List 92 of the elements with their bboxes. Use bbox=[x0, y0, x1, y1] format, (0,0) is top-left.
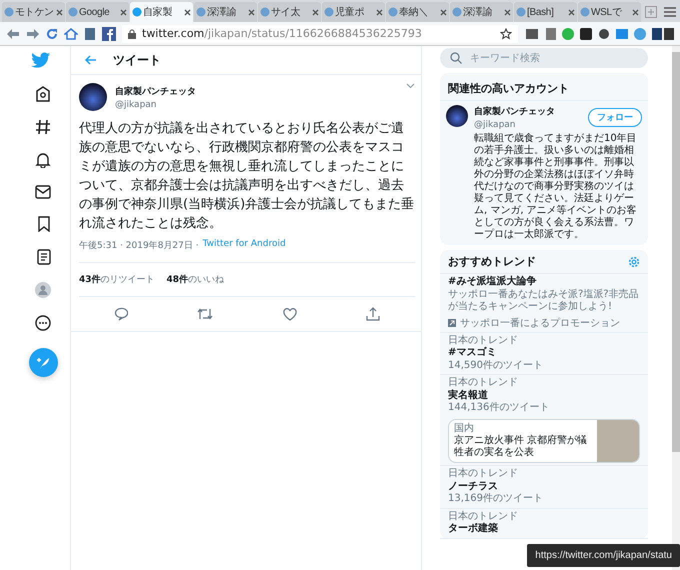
close-tab-icon[interactable] bbox=[376, 8, 383, 16]
address-bar[interactable]: twitter.com/jikapan/status/1166266884536225793 bbox=[122, 24, 518, 42]
favicon-icon bbox=[580, 7, 590, 17]
close-tab-icon[interactable] bbox=[632, 8, 639, 16]
favicon-icon bbox=[516, 7, 526, 17]
tweet-timestamp: 午後5:31 · 2019年8月27日 · bbox=[79, 240, 199, 252]
favicon-icon bbox=[324, 7, 334, 17]
author-handle[interactable]: @jikapan bbox=[115, 100, 398, 110]
tweet-count: 13,169件のツイート bbox=[448, 493, 544, 506]
favicon-icon bbox=[4, 7, 14, 17]
browser-tab[interactable]: 児童ポ bbox=[322, 2, 385, 22]
browser-tab[interactable]: モトケン bbox=[2, 2, 65, 22]
browser-tab[interactable]: [Bash] bbox=[514, 2, 577, 22]
reload-icon[interactable] bbox=[46, 28, 58, 40]
avatar[interactable] bbox=[79, 83, 107, 111]
favicon-icon bbox=[196, 7, 206, 17]
account-name[interactable]: 自家製パンチェッタ bbox=[474, 105, 588, 118]
close-tab-icon[interactable] bbox=[56, 8, 63, 16]
forward-icon[interactable] bbox=[26, 28, 40, 40]
trend-context: 日本のトレンド bbox=[448, 510, 519, 522]
profile-avatar-icon[interactable] bbox=[35, 282, 51, 298]
mail-icon[interactable] bbox=[35, 185, 51, 199]
feather-plus-icon bbox=[36, 356, 50, 370]
browser-tab[interactable]: 奉納＼ bbox=[386, 2, 449, 22]
close-tab-icon[interactable] bbox=[504, 8, 511, 16]
favicon-icon bbox=[68, 7, 78, 17]
author-name[interactable]: 自家製パンチェッタ bbox=[115, 84, 398, 98]
lock-icon bbox=[128, 28, 136, 38]
bird-logo-icon[interactable] bbox=[31, 52, 51, 69]
stat-link[interactable]: 43件のリツイート bbox=[79, 273, 155, 286]
browser-tab[interactable]: 深澤諭 bbox=[450, 2, 513, 22]
trend-name[interactable]: ノーチラス bbox=[448, 480, 640, 493]
news-headline: 京アニ放火事件 京都府警が犠牲者の実名を公表 bbox=[454, 435, 588, 459]
close-tab-icon[interactable] bbox=[184, 8, 191, 16]
reply-icon[interactable] bbox=[114, 307, 128, 321]
tweet-count: 144,136件のツイート bbox=[448, 402, 550, 414]
scrollbar[interactable] bbox=[672, 46, 680, 570]
compose-tweet-button[interactable] bbox=[29, 348, 58, 377]
account-bio: 転職組で歳食ってますがまだ10年目の若手弁護士。扱い多いのは離婚相続など家事事件と刑事事件。刑事以外の分野の企業法務はほぼイソ弁時代だけなので商事分野実務のツイは疑って見てください。法廷よりゲーム, マンガ, アニメ等イベントのお客としての方が良く会える系法曹。ワープロは一太郎派です。 bbox=[474, 133, 638, 241]
bell-icon[interactable] bbox=[35, 152, 51, 168]
tweet-text: 代理人の方が抗議を出されているとおり氏名公表がご遺族の意思でないなら、行政機関京都府警の公表をマスコミが遺族の方の意思を無視し垂れ流してしまったことについて、京都弁護士会は抗議声明を出すべきだし、過去の事例で神奈川県(当時横浜)弁護士会が抗議してもまた垂れ流されたことは残念。 bbox=[79, 120, 415, 233]
share-icon[interactable] bbox=[366, 307, 380, 321]
list-icon[interactable] bbox=[37, 249, 51, 265]
close-tab-icon[interactable] bbox=[312, 8, 319, 16]
close-tab-icon[interactable] bbox=[568, 8, 575, 16]
trend-context: 日本のトレンド bbox=[448, 334, 519, 346]
star-icon[interactable] bbox=[500, 28, 512, 40]
close-tab-icon[interactable] bbox=[440, 8, 447, 16]
photo-placeholder bbox=[597, 420, 639, 462]
browser-tab[interactable]: Google bbox=[66, 2, 129, 22]
search-field[interactable]: キーワード検索 bbox=[440, 48, 648, 68]
back-arrow-icon[interactable] bbox=[85, 55, 97, 65]
facebook-icon[interactable] bbox=[102, 26, 116, 40]
favicon-icon bbox=[260, 7, 270, 17]
news-category: 国内 bbox=[454, 422, 475, 434]
page-title: ツイート bbox=[113, 52, 161, 68]
trend-context: 日本のトレンド bbox=[448, 377, 519, 389]
tweet-count: 14,590件のツイート bbox=[448, 360, 544, 372]
close-tab-icon[interactable] bbox=[248, 8, 255, 16]
more-icon[interactable] bbox=[35, 315, 51, 331]
hashtag-icon[interactable] bbox=[35, 119, 51, 135]
promoter-label: サッポロ一番によるプロモーション bbox=[460, 316, 620, 330]
promoted-icon bbox=[448, 318, 456, 326]
browser-tab[interactable]: サイ太 bbox=[258, 2, 321, 22]
section-title: 関連性の高いアカウント bbox=[448, 82, 569, 95]
section-title: おすすめトレンド bbox=[448, 254, 536, 269]
trend-name[interactable]: 実名報道 bbox=[448, 390, 640, 402]
trend-name[interactable]: #マスゴミ bbox=[448, 347, 640, 360]
trend-context: 日本のトレンド bbox=[448, 468, 519, 480]
avatar[interactable] bbox=[446, 105, 468, 127]
home-icon[interactable] bbox=[35, 86, 51, 102]
favicon-icon bbox=[132, 7, 142, 17]
news-card[interactable]: 国内 京アニ放火事件 京都府警が犠牲者の実名を公表 bbox=[448, 418, 640, 463]
stat-link[interactable]: 48件のいいね bbox=[166, 273, 224, 286]
heart-icon[interactable] bbox=[282, 308, 297, 320]
back-icon[interactable] bbox=[6, 28, 20, 40]
chevron-down-icon[interactable] bbox=[406, 83, 415, 89]
favicon-icon bbox=[452, 7, 462, 17]
link-url-tooltip: https://twitter.com/jikapan/statu bbox=[527, 544, 680, 567]
browser-tab[interactable]: WSLで bbox=[578, 2, 641, 22]
trend-name[interactable]: ターボ建築 bbox=[448, 523, 640, 536]
favicon-icon bbox=[388, 7, 398, 17]
browser-tab[interactable]: 深澤諭 bbox=[194, 2, 257, 22]
trend-name[interactable]: #みそ派塩派大論争 bbox=[448, 276, 640, 288]
settings-icon[interactable] bbox=[628, 256, 640, 268]
retweet-icon[interactable] bbox=[197, 307, 214, 321]
promotion-description: サッポロ一番あなたはみそ派?塩派?非売品が当たるキャンペーンに参加しよう! bbox=[448, 288, 640, 314]
account-handle[interactable]: @jikapan bbox=[474, 120, 588, 130]
browser-tab[interactable]: 自家製 bbox=[130, 2, 193, 22]
close-tab-icon[interactable] bbox=[120, 8, 127, 16]
extension-icons-drawing[interactable] bbox=[524, 26, 674, 40]
url-text: twitter.com/jikapan/status/1166266884536225793 bbox=[142, 27, 423, 40]
